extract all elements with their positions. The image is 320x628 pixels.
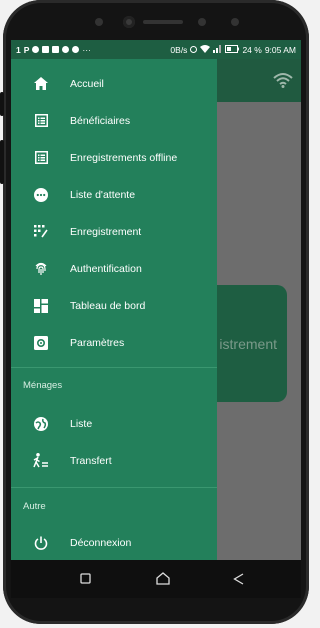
power-button [0,140,4,184]
divider [11,367,217,368]
wifi-status-icon [200,44,211,55]
drawer-item-beneficiaires[interactable]: Bénéficiaires [11,102,217,139]
battery-icon [225,44,240,55]
drawer-item-transfert[interactable]: Transfert [11,442,217,479]
status-indicator: 1 [16,44,21,55]
drawer-item-label: Bénéficiaires [70,114,131,127]
section-title-menages: Ménages [23,380,63,391]
sensor-dot [198,18,206,26]
notification-icon [52,46,60,53]
settings-box-icon [33,335,49,351]
sensor-dot [231,18,239,26]
drawer-item-liste-attente[interactable]: Liste d'attente [11,176,217,213]
wifi-icon[interactable] [273,72,293,88]
more-notifications-icon: ··· [82,44,91,55]
home-button[interactable] [156,572,170,590]
back-button[interactable] [233,572,245,590]
globe-icon [33,416,49,432]
earpiece-speaker [143,20,183,24]
drawer-item-label: Paramètres [70,336,125,349]
drawer-item-label: Enregistrements offline [70,151,178,164]
dashboard-icon [33,298,49,314]
clock: 9:05 AM [264,44,296,55]
phone-screen: 1 P ··· 0B/s 24 % 9:05 AM istrement Accu… [11,40,301,560]
recents-button[interactable] [80,572,92,590]
notification-icon [32,46,40,53]
dnd-icon [190,46,198,53]
person-transfer-icon [33,453,49,469]
drawer-item-label: Tableau de bord [70,299,146,312]
top-bezel [3,10,309,34]
drawer-item-parametres[interactable]: Paramètres [11,324,217,361]
list-box-icon [33,113,49,129]
drawer-item-label: Accueil [70,77,104,90]
home-icon [33,76,49,92]
power-icon [33,535,49,551]
status-left: 1 P ··· [16,45,91,55]
navigation-drawer: Accueil Bénéficiaires Enregistrements of… [11,59,217,560]
drawer-item-liste[interactable]: Liste [11,405,217,442]
status-bar: 1 P ··· 0B/s 24 % 9:05 AM [11,40,301,59]
drawer-item-label: Liste d'attente [70,188,136,201]
more-horizontal-circle-icon [33,187,49,203]
battery-percentage: 24 % [242,44,262,55]
system-navigation-bar [11,560,301,598]
signal-icon [213,44,222,55]
drawer-item-accueil[interactable]: Accueil [11,65,217,102]
keypad-icon [33,224,49,240]
list-box-icon [33,150,49,166]
drawer-item-enregistrements-offline[interactable]: Enregistrements offline [11,139,217,176]
drawer-item-tableau-de-bord[interactable]: Tableau de bord [11,287,217,324]
network-speed: 0B/s [170,44,188,55]
volume-button [0,92,4,116]
status-indicator: P [23,44,30,55]
sensor-dot [95,18,103,26]
status-right: 0B/s 24 % 9:05 AM [170,44,296,55]
notification-icon [72,46,80,53]
drawer-item-label: Liste [70,417,93,430]
front-camera [123,16,135,28]
notification-icon [62,46,70,53]
drawer-item-deconnexion[interactable]: Déconnexion [11,524,217,560]
drawer-item-label: Authentification [70,262,142,275]
section-title-autre: Autre [23,501,46,512]
fingerprint-icon [33,261,49,277]
drawer-item-label: Déconnexion [70,536,132,549]
drawer-item-label: Enregistrement [70,225,142,238]
drawer-item-enregistrement[interactable]: Enregistrement [11,213,217,250]
divider [11,487,217,488]
drawer-item-authentification[interactable]: Authentification [11,250,217,287]
drawer-item-label: Transfert [70,454,112,467]
notification-icon [42,46,50,53]
card-label: istrement [219,335,277,352]
